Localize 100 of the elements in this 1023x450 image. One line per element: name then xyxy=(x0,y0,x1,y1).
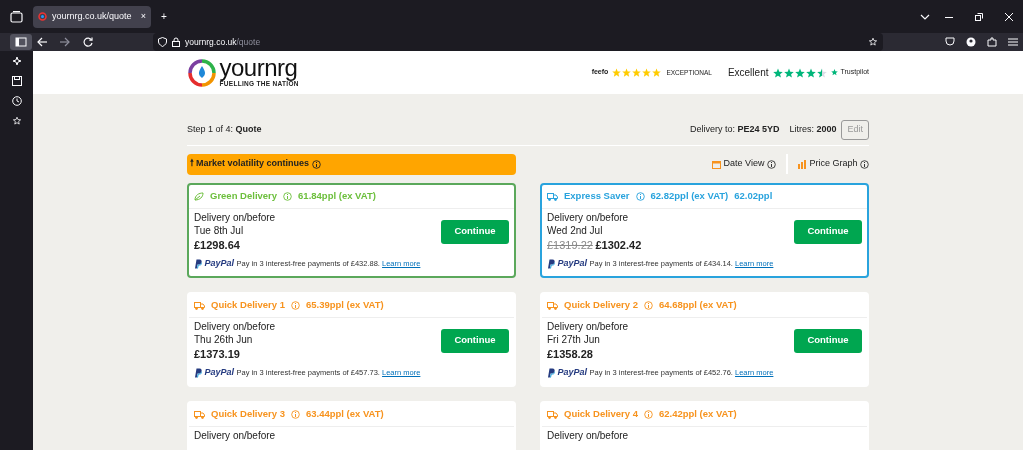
delivery-label: Delivery on/before xyxy=(194,211,276,224)
tab-title: yournrg.co.uk/quote xyxy=(52,9,133,23)
chevron-down-icon[interactable] xyxy=(920,12,930,21)
menu-icon[interactable] xyxy=(1008,37,1018,47)
leaf-icon xyxy=(194,191,204,201)
paypal-logo: PayPal xyxy=(557,366,588,379)
close-tab-button[interactable]: × xyxy=(140,9,146,24)
star-icon xyxy=(622,68,632,77)
info-icon xyxy=(290,300,300,310)
info-icon xyxy=(635,191,645,201)
price-per-litre: 65.39ppl (ex VAT) xyxy=(305,297,384,312)
step-indicator: Step 1 of 4: Quote xyxy=(187,123,262,136)
star-icon xyxy=(817,67,828,78)
logo-text: yournrg xyxy=(219,56,299,79)
paypal-logo: PayPal xyxy=(204,366,235,379)
star-icon xyxy=(652,68,662,77)
delivery-date: Thu 26th Jun xyxy=(194,333,254,346)
price-per-litre: 63.44ppl (ex VAT) xyxy=(305,406,384,421)
continue-button[interactable]: Continue xyxy=(441,328,509,353)
info-icon xyxy=(643,409,653,419)
info-icon xyxy=(766,159,776,169)
paypal-logo: PayPal xyxy=(204,257,235,270)
paypal-p-icon xyxy=(547,258,555,269)
back-icon[interactable] xyxy=(37,37,47,47)
lock-icon xyxy=(172,37,180,47)
delivery-label: Delivery on/before xyxy=(547,429,629,442)
paypal-logo: PayPal xyxy=(557,257,588,270)
continue-button[interactable]: Continue xyxy=(794,219,862,244)
url-text: yournrg.co.uk/quote xyxy=(185,35,261,49)
info-icon xyxy=(860,159,869,169)
delivery-date: Wed 2nd Jul xyxy=(547,224,604,237)
continue-button[interactable]: Continue xyxy=(441,219,509,244)
star-icon xyxy=(642,68,652,77)
logo-swirl-icon xyxy=(187,57,217,88)
star-icon xyxy=(612,68,622,77)
price-per-litre: 64.68ppl (ex VAT) xyxy=(658,297,737,312)
bar-chart-icon xyxy=(797,159,807,169)
restore-icon[interactable] xyxy=(975,12,983,21)
star-icon xyxy=(773,67,784,78)
pocket-icon[interactable] xyxy=(945,37,955,47)
address-bar[interactable]: yournrg.co.uk/quote xyxy=(153,33,883,51)
discounted-price-per-litre: 62.02ppl xyxy=(734,188,773,203)
delivery-date: Tue 8th Jul xyxy=(194,224,245,237)
price-per-litre: 62.82ppl (ex VAT) xyxy=(650,188,729,203)
star-outline-icon[interactable] xyxy=(868,37,878,47)
account-icon[interactable] xyxy=(966,37,976,47)
option-title: Quick Delivery 1 xyxy=(211,297,285,312)
new-tab-button[interactable]: + xyxy=(161,9,167,24)
browser-tab[interactable]: yournrg.co.uk/quote × xyxy=(33,5,151,28)
star-icon xyxy=(632,68,642,77)
truck-icon xyxy=(194,300,205,310)
old-price: £1319.22 xyxy=(547,239,593,252)
info-icon xyxy=(290,409,300,419)
truck-icon xyxy=(547,300,558,310)
paypal-p-icon xyxy=(194,258,202,269)
delivery-postcode: Delivery to: PE24 5YD xyxy=(689,123,780,136)
option-title: Green Delivery xyxy=(210,188,278,203)
option-title: Quick Delivery 2 xyxy=(564,297,638,312)
truck-icon xyxy=(194,409,205,419)
litres-amount: Litres: 2000 xyxy=(789,123,837,136)
forward-icon xyxy=(60,37,70,47)
truck-icon xyxy=(547,409,558,419)
continue-button[interactable]: Continue xyxy=(794,328,862,353)
delivery-label: Delivery on/before xyxy=(547,320,629,333)
option-title: Quick Delivery 4 xyxy=(564,406,638,421)
option-title: Express Saver xyxy=(564,188,630,203)
star-icon xyxy=(806,67,817,78)
history-icon[interactable] xyxy=(11,96,22,106)
date-view-link[interactable]: Date View xyxy=(723,157,765,171)
star-icon xyxy=(830,68,840,77)
bookmark-icon[interactable] xyxy=(11,116,22,126)
price-graph-link[interactable]: Price Graph xyxy=(809,157,858,171)
star-icon xyxy=(784,67,795,78)
truck-icon xyxy=(547,191,558,201)
shield-icon xyxy=(158,37,167,47)
total-price: £1298.64 xyxy=(194,239,240,252)
option-title: Quick Delivery 3 xyxy=(211,406,285,421)
info-icon xyxy=(283,191,293,201)
site-logo-icon xyxy=(38,12,47,21)
total-price: £1373.19 xyxy=(194,348,240,361)
price-per-litre: 62.42ppl (ex VAT) xyxy=(658,406,737,421)
reload-icon[interactable] xyxy=(83,37,93,47)
price-per-litre: 61.84ppl (ex VAT) xyxy=(298,188,376,203)
alert-text: Market volatility continues xyxy=(196,157,310,171)
info-icon xyxy=(311,159,321,169)
trustpilot-rating: Excellent xyxy=(727,66,769,80)
save-icon[interactable] xyxy=(11,76,22,86)
calendar-icon xyxy=(712,159,722,169)
delivery-label: Delivery on/before xyxy=(194,320,276,333)
delivery-label: Delivery on/before xyxy=(547,211,630,224)
star-icon xyxy=(795,67,806,78)
sidebar-toggle-icon[interactable] xyxy=(10,34,32,50)
paypal-p-icon xyxy=(194,367,202,378)
delivery-label: Delivery on/before xyxy=(194,429,276,442)
total-price: £1302.42 xyxy=(595,239,642,252)
paypal-p-icon xyxy=(547,367,555,378)
delivery-date: Fri 27th Jun xyxy=(547,333,601,346)
info-icon xyxy=(643,300,653,310)
total-price: £1358.28 xyxy=(547,348,593,361)
close-icon[interactable] xyxy=(1005,12,1013,21)
